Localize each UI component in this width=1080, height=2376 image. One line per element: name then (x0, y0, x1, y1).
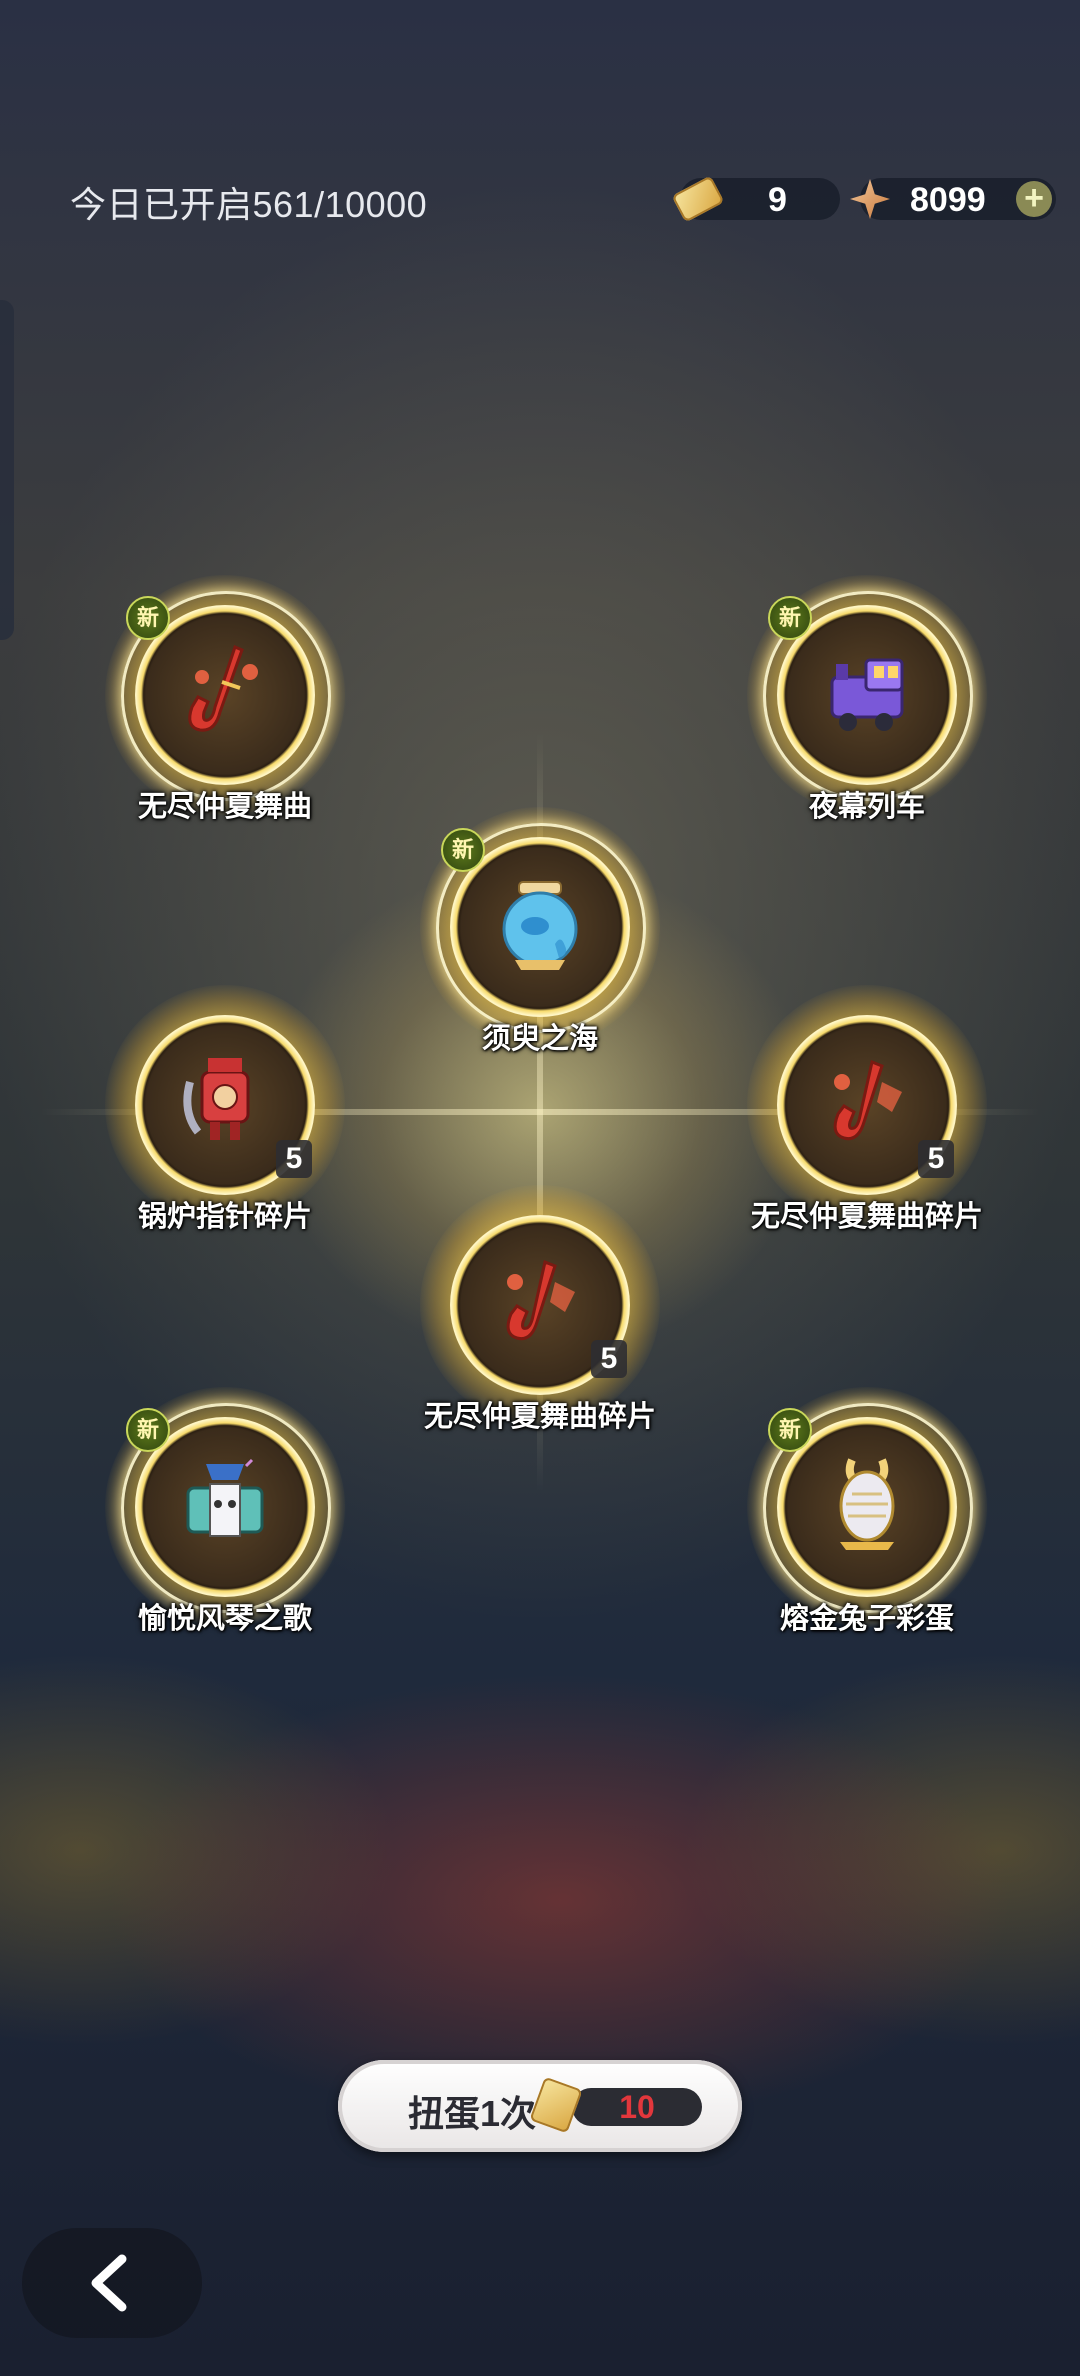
ticket-currency[interactable]: 9 (671, 175, 840, 223)
add-currency-button[interactable]: + (1016, 181, 1052, 217)
item-label: 无尽仲夏舞曲碎片 (423, 1401, 656, 1433)
back-button[interactable] (22, 2228, 202, 2338)
reward-item[interactable]: 新 无尽仲夏舞曲 (105, 575, 345, 822)
saxophone-icon (188, 644, 258, 732)
new-badge: 新 (441, 828, 485, 872)
quantity-badge: 5 (918, 1140, 954, 1178)
new-badge: 新 (126, 596, 170, 640)
new-badge: 新 (768, 1408, 812, 1452)
ticket-icon (529, 2076, 583, 2134)
item-label: 须臾之海 (481, 1023, 598, 1055)
reward-item[interactable]: 新 熔金兔子彩蛋 (747, 1387, 987, 1634)
new-badge: 新 (126, 1408, 170, 1452)
robot-fragment-icon (183, 1058, 250, 1140)
reward-item[interactable]: 5 锅炉指针碎片 (105, 985, 345, 1232)
fishbowl-icon (502, 881, 578, 970)
train-icon (830, 658, 904, 731)
ticket-count: 9 (768, 181, 787, 219)
chevron-left-icon (91, 2254, 127, 2312)
saxophone-fragment-icon (833, 1059, 902, 1141)
star-currency[interactable]: 8099 + (850, 178, 1056, 220)
reward-item[interactable]: 5 无尽仲夏舞曲碎片 (420, 1185, 660, 1432)
gacha-pull-label: 扭蛋1次 (408, 2093, 537, 2134)
saxophone-fragment-icon (506, 1259, 575, 1341)
opened-today-counter: 今日已开启561/10000 (70, 184, 428, 225)
reward-item[interactable]: 新 须臾之海 (420, 807, 660, 1054)
quantity-badge: 5 (591, 1340, 627, 1378)
quantity-badge: 5 (276, 1140, 312, 1178)
accordion-icon (186, 1458, 264, 1537)
gacha-pull-button[interactable]: 扭蛋1次 10 (338, 2060, 742, 2152)
item-label: 无尽仲夏舞曲碎片 (750, 1201, 983, 1233)
side-drawer-tab[interactable] (0, 300, 14, 640)
star-count: 8099 (910, 181, 986, 219)
item-label: 无尽仲夏舞曲 (137, 791, 312, 823)
golden-egg-icon (839, 1458, 895, 1550)
reward-item[interactable]: 5 无尽仲夏舞曲碎片 (747, 985, 987, 1232)
item-label: 锅炉指针碎片 (137, 1201, 312, 1233)
item-label: 夜幕列车 (808, 791, 925, 823)
reward-item[interactable]: 新 夜幕列车 (747, 575, 987, 822)
item-label: 愉悦风琴之歌 (137, 1603, 312, 1635)
item-label: 熔金兔子彩蛋 (779, 1603, 954, 1635)
gacha-cost: 10 (572, 2088, 702, 2126)
reward-item[interactable]: 新 愉悦风琴之歌 (105, 1387, 345, 1634)
new-badge: 新 (768, 596, 812, 640)
